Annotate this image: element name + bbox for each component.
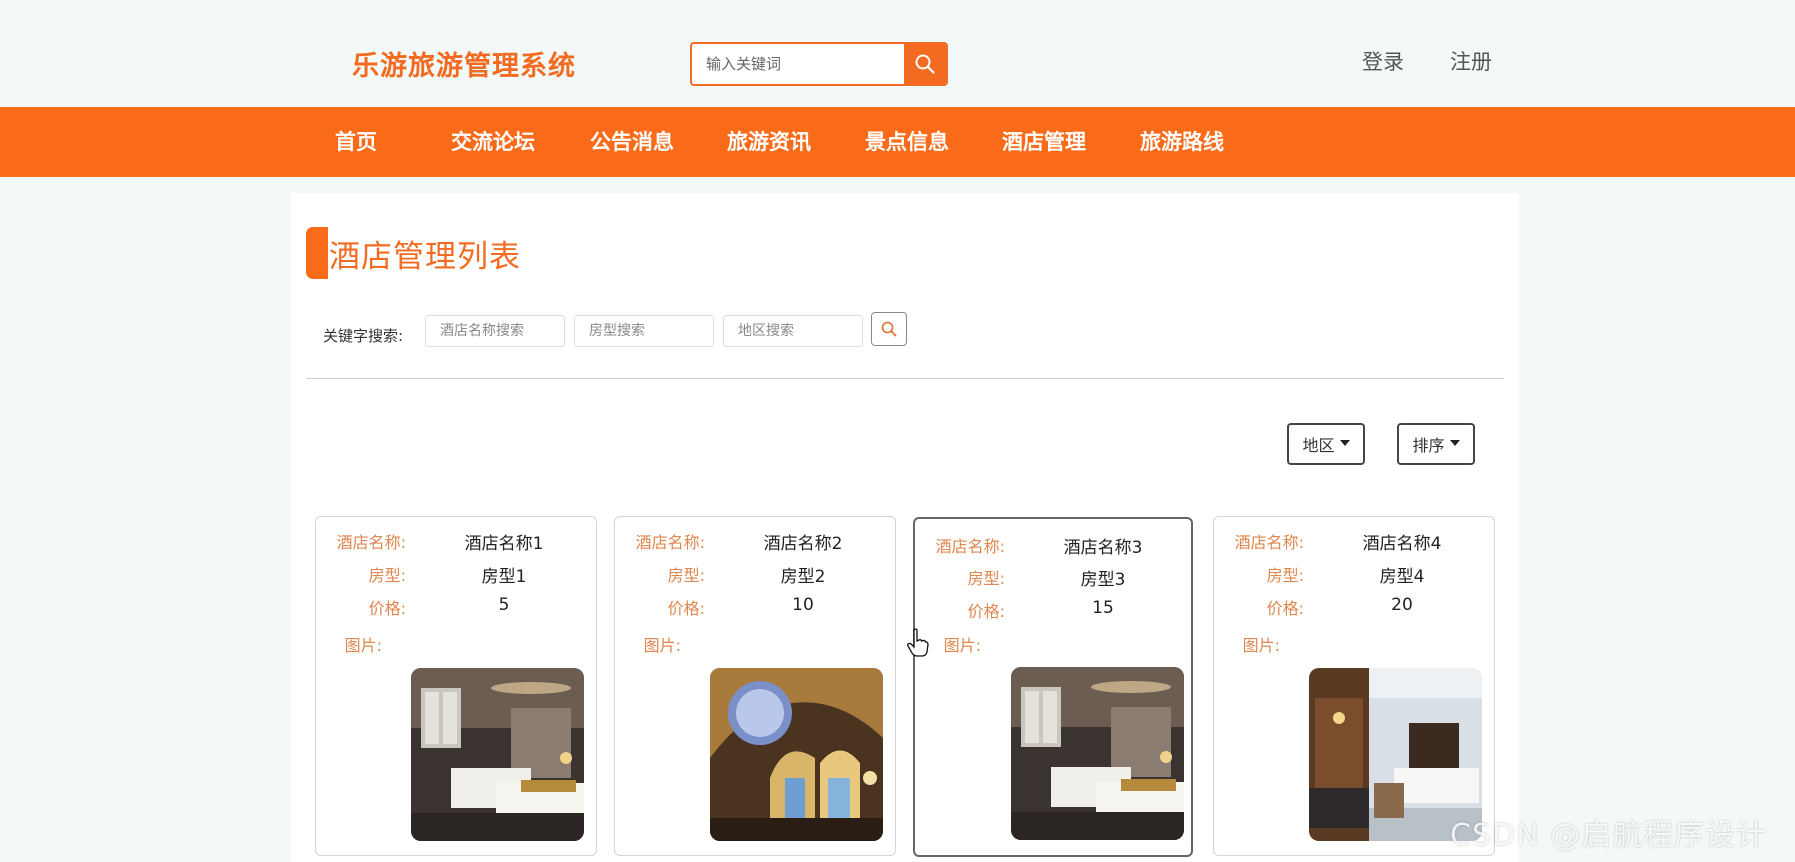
divider	[306, 378, 1504, 379]
sort-dropdown[interactable]: 排序	[1397, 423, 1475, 465]
main-nav: 首页 交流论坛 公告消息 旅游资讯 景点信息 酒店管理 旅游路线	[0, 107, 1795, 177]
price-value: 20	[1391, 595, 1413, 615]
hotel-card[interactable]: 酒店名称: 酒店名称3 房型: 房型3 价格: 15 图片:	[913, 517, 1193, 857]
room-type-search-input[interactable]	[574, 315, 714, 347]
room-type-value: 房型4	[1379, 567, 1425, 587]
room-type-label: 房型:	[967, 569, 1005, 588]
price-label: 价格:	[1266, 599, 1304, 618]
hotel-name-value: 酒店名称3	[1063, 538, 1143, 558]
top-header: 乐游旅游管理系统 登录 注册	[0, 0, 1795, 107]
room-type-value: 房型3	[1080, 570, 1126, 590]
site-logo[interactable]: 乐游旅游管理系统	[352, 44, 576, 83]
nav-hotels[interactable]: 酒店管理	[1002, 107, 1086, 177]
nav-travel-news[interactable]: 旅游资讯	[727, 107, 811, 177]
keyword-search-label: 关键字搜索:	[323, 327, 404, 345]
region-dropdown-label: 地区	[1302, 436, 1335, 455]
caret-down-icon	[1449, 440, 1460, 446]
nav-announcements[interactable]: 公告消息	[590, 107, 674, 177]
page-title: 酒店管理列表	[329, 239, 521, 275]
search-icon	[915, 54, 935, 74]
hotel-name-value: 酒店名称2	[763, 534, 843, 554]
nav-attractions[interactable]: 景点信息	[865, 107, 949, 177]
register-link[interactable]: 注册	[1450, 46, 1492, 76]
image-label: 图片:	[344, 636, 382, 655]
room-type-value: 房型1	[481, 567, 527, 587]
sort-dropdown-label: 排序	[1412, 436, 1445, 455]
room-type-value: 房型2	[780, 567, 826, 587]
search-icon	[881, 321, 897, 337]
room-type-label: 房型:	[667, 566, 705, 585]
caret-down-icon	[1339, 440, 1350, 446]
image-label: 图片:	[943, 636, 981, 655]
hotel-name-label: 酒店名称:	[935, 537, 1005, 556]
hotel-name-search-input[interactable]	[425, 315, 565, 347]
hotel-image[interactable]	[411, 668, 584, 841]
price-label: 价格:	[368, 599, 406, 618]
room-type-label: 房型:	[1266, 566, 1304, 585]
region-dropdown[interactable]: 地区	[1287, 423, 1365, 465]
price-value: 10	[792, 595, 814, 615]
keyword-search-button[interactable]	[871, 312, 907, 346]
room-type-label: 房型:	[368, 566, 406, 585]
watermark: CSDN @启航程序设计	[1450, 818, 1768, 853]
hotel-card[interactable]: 酒店名称: 酒店名称1 房型: 房型1 价格: 5 图片:	[315, 516, 597, 856]
login-link[interactable]: 登录	[1362, 46, 1404, 76]
hand-cursor-icon	[907, 628, 929, 657]
price-label: 价格:	[667, 599, 705, 618]
hotel-name-label: 酒店名称:	[635, 533, 705, 552]
hotel-name-label: 酒店名称:	[1234, 533, 1304, 552]
hotel-image[interactable]	[1011, 667, 1184, 840]
global-search-button[interactable]	[904, 44, 946, 84]
region-search-input[interactable]	[723, 315, 863, 347]
hotel-list-panel: 酒店管理列表 关键字搜索: 地区 排序 酒店名称: 酒店名称1 房型: 房型1 …	[291, 193, 1519, 862]
nav-routes[interactable]: 旅游路线	[1140, 107, 1224, 177]
hotel-card[interactable]: 酒店名称: 酒店名称2 房型: 房型2 价格: 10 图片:	[614, 516, 896, 856]
nav-forum[interactable]: 交流论坛	[451, 107, 535, 177]
price-value: 5	[498, 595, 510, 615]
hotel-name-label: 酒店名称:	[336, 533, 406, 552]
hotel-name-value: 酒店名称1	[464, 534, 544, 554]
hotel-card[interactable]: 酒店名称: 酒店名称4 房型: 房型4 价格: 20 图片:	[1213, 516, 1495, 856]
global-search-input[interactable]	[692, 44, 906, 84]
hotel-name-value: 酒店名称4	[1362, 534, 1442, 554]
price-value: 15	[1092, 598, 1114, 618]
hotel-image[interactable]	[710, 668, 883, 841]
image-label: 图片:	[643, 636, 681, 655]
global-search	[690, 42, 948, 86]
image-label: 图片:	[1242, 636, 1280, 655]
price-label: 价格:	[967, 602, 1005, 621]
nav-home[interactable]: 首页	[335, 107, 377, 177]
title-accent-bar	[306, 227, 328, 279]
